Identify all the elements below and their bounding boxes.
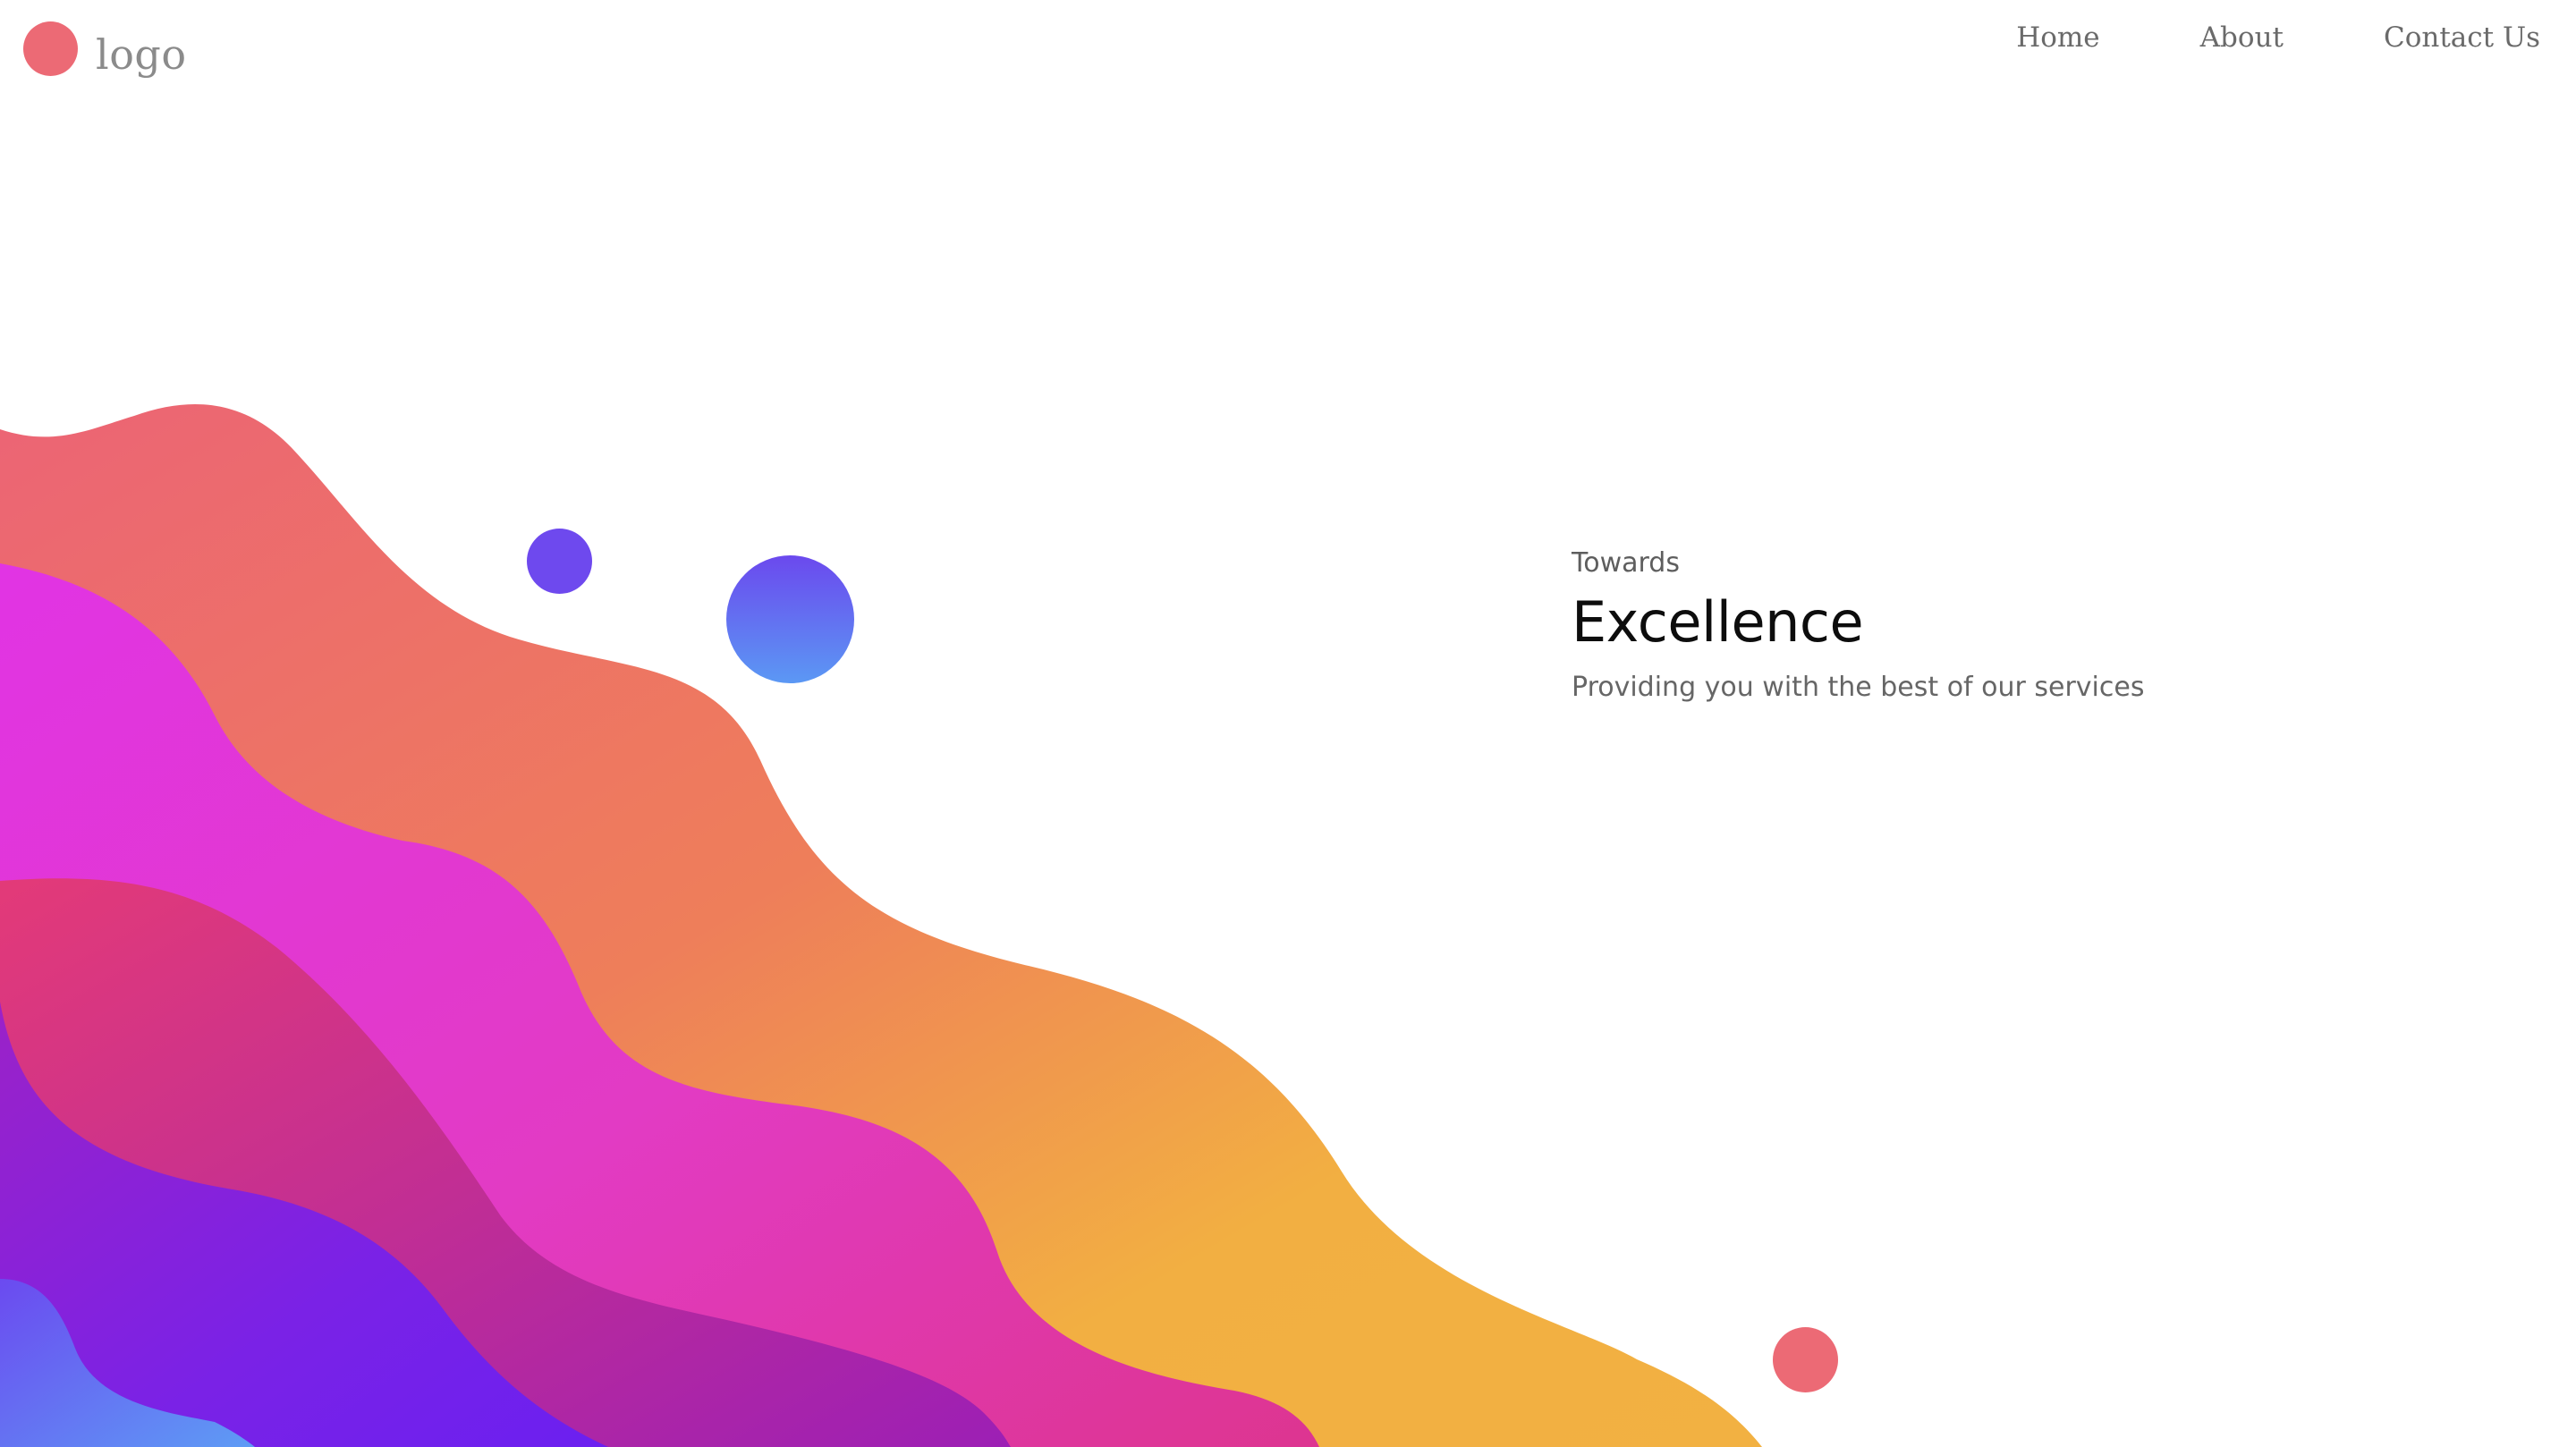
nav-item-contact-us[interactable]: Contact Us <box>2384 20 2540 55</box>
logo-text: logo <box>96 30 187 79</box>
decorative-coral-circle <box>1773 1327 1838 1392</box>
decorative-purple-circle <box>527 529 592 594</box>
main-nav: Home About Contact Us <box>2016 20 2540 55</box>
landing-page: logo Home About Contact Us Towards Excel… <box>0 0 2576 1447</box>
hero-wave-illustration <box>0 404 1762 1447</box>
hero-title: Excellence <box>1572 589 1864 655</box>
site-header: logo Home About Contact Us <box>0 0 2576 98</box>
hero-subtitle: Providing you with the best of our servi… <box>1572 672 2145 704</box>
hero-content: Towards Excellence Providing you with th… <box>1572 547 2377 705</box>
nav-item-about[interactable]: About <box>2200 20 2284 55</box>
logo-circle-icon <box>23 21 78 76</box>
logo[interactable]: logo <box>23 21 187 76</box>
hero-eyebrow: Towards <box>1572 547 1680 579</box>
decorative-blue-circle <box>726 555 854 683</box>
nav-item-home[interactable]: Home <box>2016 20 2099 55</box>
